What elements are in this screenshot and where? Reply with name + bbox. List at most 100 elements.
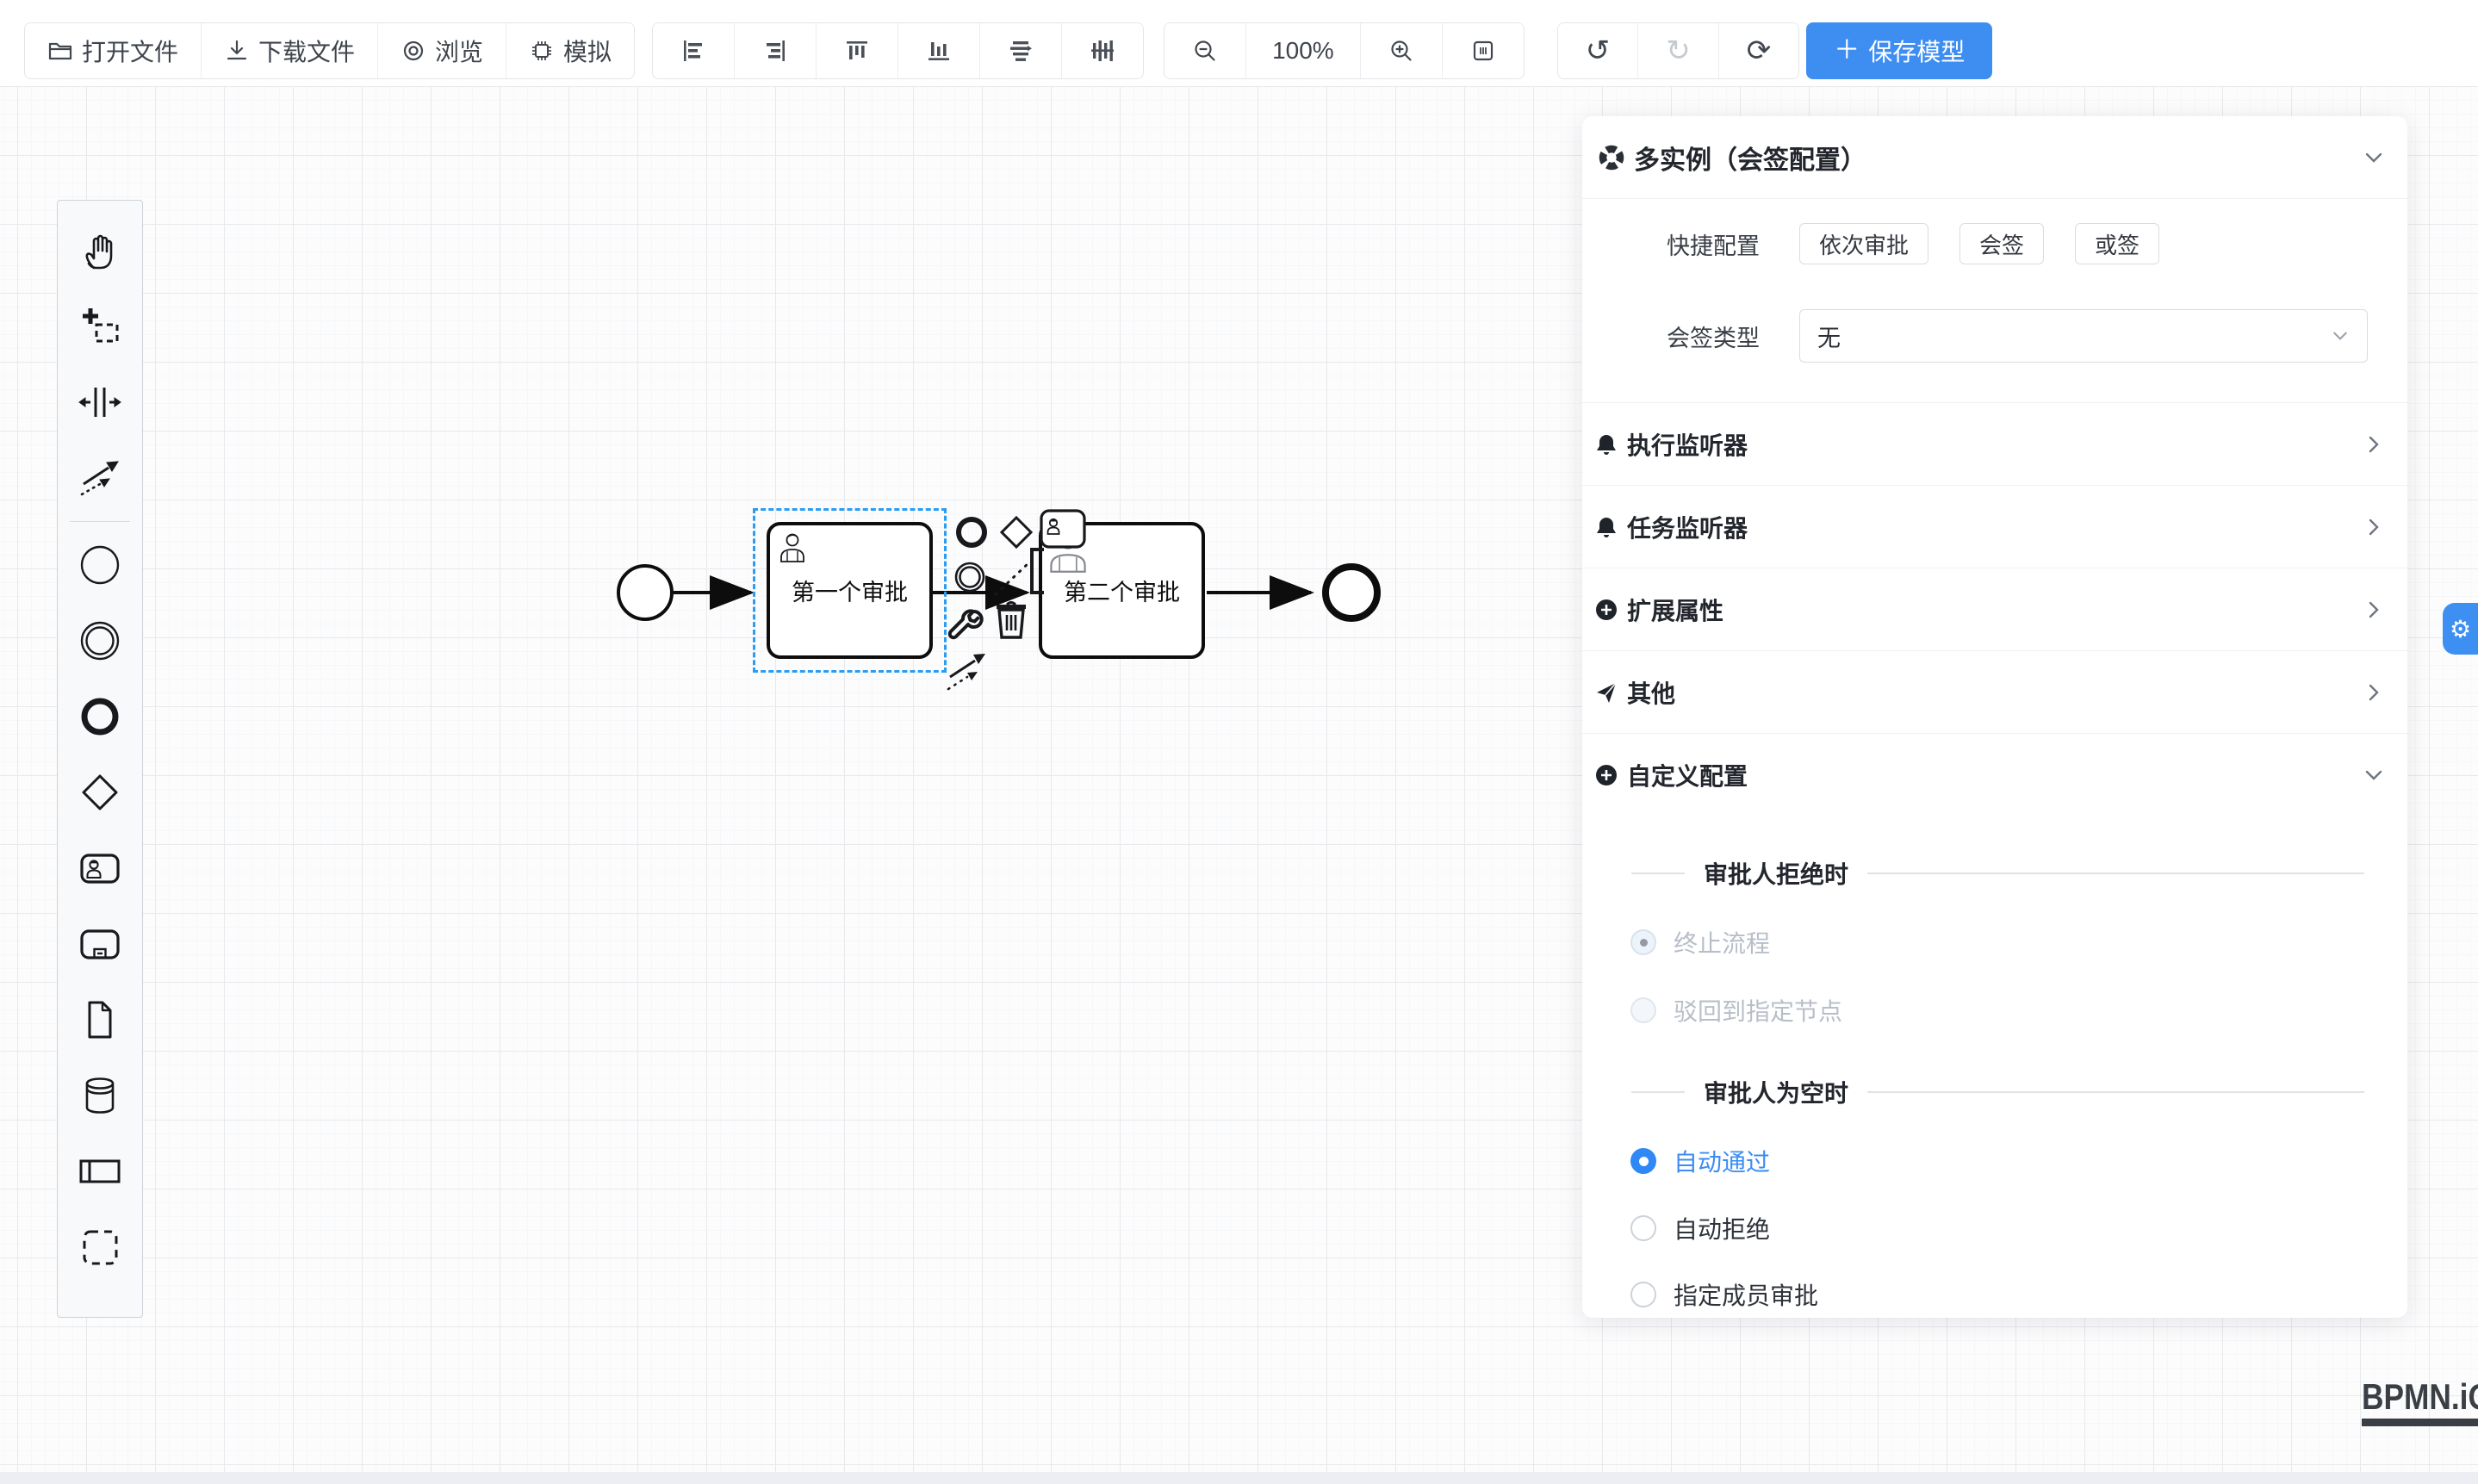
bpmn-designer: 打开文件 下载文件 浏览 模拟 [0,0,2478,1484]
quick-config-label: 快捷配置 [1582,227,1760,261]
bell-icon [1594,515,1618,539]
chip-icon [529,38,555,64]
align-top-button[interactable] [816,23,897,78]
gear-icon: ⚙ [2450,615,2471,643]
chevron-down-icon[interactable] [2363,146,2385,169]
palette-user-task[interactable] [69,830,131,906]
align-bottom-button[interactable] [897,23,979,78]
quick-option-orsign-button[interactable]: 或签 [2075,223,2159,264]
section-custom-config[interactable]: 自定义配置 [1582,733,2407,816]
align-center-vertical-icon [1090,38,1115,64]
intermediate-event-icon [78,618,122,663]
section-other[interactable]: 其他 [1582,650,2407,733]
palette-start-event[interactable] [69,527,131,603]
radio-assign-member[interactable]: 指定成员审批 [1630,1274,2407,1315]
start-event-icon [78,543,122,587]
download-icon [224,38,250,64]
panel-header[interactable]: 多实例（会签配置） [1582,116,2407,198]
append-text-annotation-button[interactable] [991,543,1059,599]
end-event-icon [78,694,122,739]
file-button-group: 打开文件 下载文件 浏览 模拟 [24,22,635,79]
palette-group[interactable] [69,1209,131,1285]
palette-space-tool[interactable] [69,364,131,440]
space-tool-icon [78,380,122,425]
fit-viewport-button[interactable] [1442,23,1524,78]
palette-hand-tool[interactable] [69,213,131,289]
user-task-icon [78,846,122,891]
radio-auto-reject[interactable]: 自动拒绝 [1630,1208,2407,1249]
eye-icon [401,38,426,64]
align-center-horizontal-icon [1008,38,1034,64]
end-event-shape [1326,567,1377,618]
subprocess-icon [78,922,122,966]
radio-icon[interactable] [1630,1215,1656,1241]
align-right-button[interactable] [734,23,816,78]
save-model-button[interactable]: ＋ 保存模型 [1806,22,1992,79]
quick-option-sequential-button[interactable]: 依次审批 [1799,223,1928,264]
selection-outline [753,508,947,673]
palette-data-store[interactable] [69,1058,131,1133]
align-bottom-icon [926,38,952,64]
empty-section-title: 审批人为空时 [1631,1071,2364,1113]
zoom-out-button[interactable] [1164,23,1245,78]
align-center-vertical-button[interactable] [1061,23,1143,78]
palette-subprocess[interactable] [69,906,131,982]
palette-intermediate-event[interactable] [69,603,131,679]
top-toolbar: 打开文件 下载文件 浏览 模拟 [0,0,2478,86]
zoom-in-icon [1388,38,1414,64]
chevron-right-icon [2363,433,2385,456]
radio-terminate-process[interactable]: 终止流程 [1630,922,2407,963]
reset-icon: ⟳ [1747,36,1772,65]
folder-icon [47,38,73,64]
data-store-icon [78,1073,122,1118]
radio-auto-pass[interactable]: 自动通过 [1630,1140,2407,1182]
section-execution-listener[interactable]: 执行监听器 [1582,402,2407,485]
plus-circle-icon [1594,763,1618,787]
reset-button[interactable]: ⟳ [1718,23,1799,78]
radio-icon[interactable] [1630,997,1656,1023]
align-center-horizontal-button[interactable] [979,23,1061,78]
download-file-button[interactable]: 下载文件 [201,23,377,78]
connect-button[interactable] [944,646,992,694]
align-left-button[interactable] [653,23,734,78]
palette-end-event[interactable] [69,679,131,754]
preview-button[interactable]: 浏览 [377,23,506,78]
hand-tool-icon [78,228,122,273]
radio-icon[interactable] [1630,1148,1656,1174]
undo-icon: ↺ [1586,36,1611,65]
chevron-down-icon [2363,764,2385,786]
sign-type-select[interactable]: 无 [1799,309,2368,363]
palette-lasso-tool[interactable] [69,289,131,364]
append-end-event-button[interactable] [953,513,991,551]
settings-tab[interactable]: ⚙ [2443,603,2478,655]
chevron-down-icon [2331,326,2350,345]
palette-participant-pool[interactable] [69,1133,131,1209]
chevron-right-icon [2363,599,2385,621]
align-top-icon [844,38,870,64]
simulate-button[interactable]: 模拟 [506,23,634,78]
radio-icon[interactable] [1630,1282,1656,1307]
global-connect-icon [78,456,122,500]
section-task-listener[interactable]: 任务监听器 [1582,485,2407,568]
palette-data-object[interactable] [69,982,131,1058]
section-extended-properties[interactable]: 扩展属性 [1582,568,2407,650]
gateway-icon [78,770,122,815]
bottom-scrollbar-track[interactable] [0,1472,2478,1484]
zoom-in-button[interactable] [1360,23,1442,78]
palette-gateway[interactable] [69,754,131,830]
sign-type-value: 无 [1817,320,2331,353]
quick-option-countersign-button[interactable]: 会签 [1959,223,2044,264]
open-file-button[interactable]: 打开文件 [25,23,201,78]
plus-circle-icon [1594,598,1618,622]
trash-button[interactable] [992,599,1030,641]
wrench-button[interactable] [947,603,987,643]
palette-global-connect-tool[interactable] [69,440,131,516]
undo-button[interactable]: ↺ [1558,23,1638,78]
radio-icon[interactable] [1630,929,1656,955]
data-object-icon [78,997,122,1042]
append-intermediate-event-button[interactable] [951,558,989,596]
radio-return-to-node[interactable]: 驳回到指定节点 [1630,990,2407,1031]
redo-button[interactable]: ↻ [1637,23,1718,78]
fit-viewport-icon [1470,38,1496,64]
zoom-out-icon [1192,38,1218,64]
